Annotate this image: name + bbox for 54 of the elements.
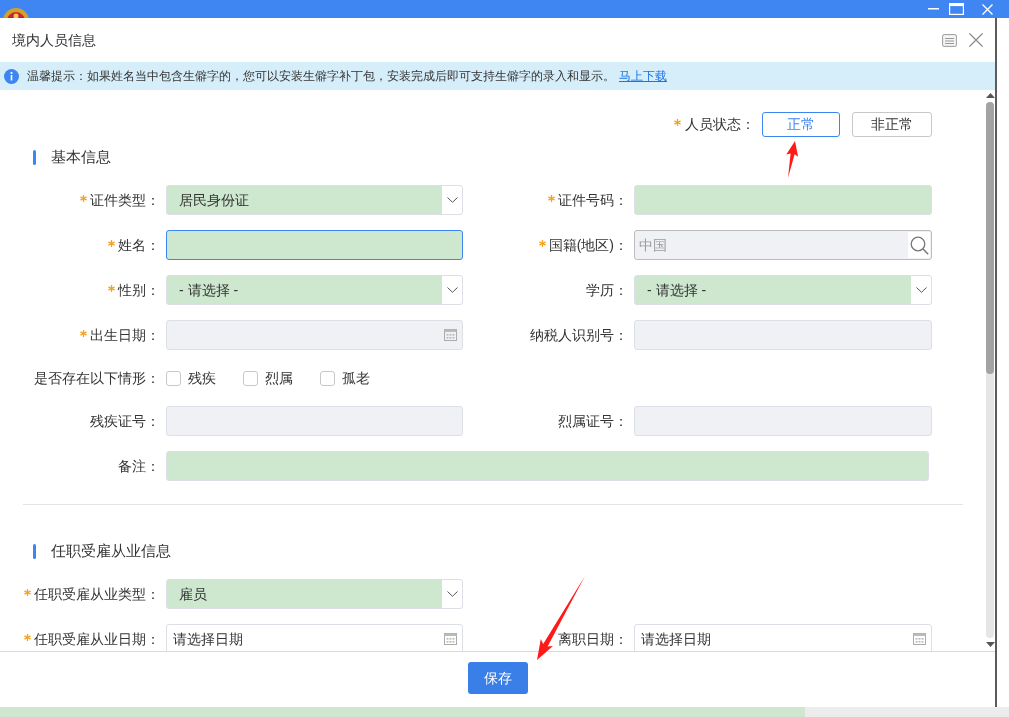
scrollbar-thumb[interactable] (986, 102, 994, 374)
chevron-down-icon[interactable] (446, 591, 458, 597)
notice-text: 温馨提示：如果姓名当中包含生僻字的，您可以安装生僻字补丁包，安装完成后即可支持生僻字的录入和显示。 马上下载 (27, 68, 667, 85)
status-option[interactable]: 正常 (762, 112, 840, 137)
maximize-icon[interactable] (949, 3, 964, 15)
field-label: 纳税人识别号： (530, 325, 628, 345)
close-icon[interactable] (969, 33, 983, 47)
field-label: 证件号码： (558, 190, 628, 210)
checkbox-label: 孤老 (342, 368, 370, 388)
save-button[interactable]: 保存 (467, 662, 528, 694)
checkbox[interactable] (320, 370, 335, 386)
dialog-title: 境内人员信息 (12, 30, 96, 50)
checkbox[interactable] (243, 370, 258, 386)
input-field[interactable] (166, 230, 463, 260)
section-marker (33, 149, 36, 165)
dropdown-field[interactable]: 雇员 (166, 579, 463, 609)
field-label: 任职受雇从业日期： (34, 629, 160, 649)
checkbox-label: 残疾 (188, 368, 216, 388)
status-option[interactable]: 非正常 (852, 112, 932, 137)
field-label: 人员状态： (685, 115, 755, 134)
date-field[interactable]: 请选择日期 (634, 624, 932, 651)
field-label: 证件类型： (90, 190, 160, 210)
field-label: 学历： (586, 280, 628, 300)
field-label: 是否存在以下情形： (34, 368, 160, 388)
dropdown-field[interactable]: - 请选择 - (166, 275, 463, 305)
field-label: 烈属证号： (558, 411, 628, 431)
date-field[interactable]: 请选择日期 (166, 624, 463, 651)
chevron-down-icon[interactable] (446, 287, 458, 293)
dropdown-field[interactable]: - 请选择 - (634, 275, 932, 305)
calendar-icon[interactable] (913, 632, 926, 645)
chevron-down-icon[interactable] (446, 197, 458, 203)
download-link[interactable]: 马上下载 (619, 69, 667, 83)
info-icon (4, 68, 19, 84)
section-marker (33, 543, 36, 559)
field-label: 备注： (118, 456, 160, 476)
field-label: 国籍(地区)： (548, 235, 628, 255)
calendar-icon[interactable] (444, 328, 457, 341)
dropdown-field[interactable]: 居民身份证 (166, 185, 463, 215)
window-icon[interactable] (942, 33, 957, 47)
checkbox[interactable] (166, 370, 181, 386)
scroll-up-icon[interactable] (985, 93, 995, 98)
field-label: 残疾证号： (90, 411, 160, 431)
chevron-down-icon[interactable] (915, 287, 927, 293)
minimize-icon[interactable] (928, 8, 939, 10)
section-title: 基本信息 (51, 146, 111, 167)
field-label: 出生日期： (90, 325, 160, 345)
field-label: 任职受雇从业类型： (34, 584, 160, 604)
section-title: 任职受雇从业信息 (51, 540, 171, 561)
scroll-down-icon[interactable] (985, 642, 995, 647)
field-label: 姓名： (118, 235, 160, 255)
checkbox-label: 烈属 (265, 368, 293, 388)
field-label: 性别： (118, 280, 160, 300)
calendar-icon[interactable] (444, 632, 457, 645)
field-label: 离职日期： (558, 629, 628, 649)
